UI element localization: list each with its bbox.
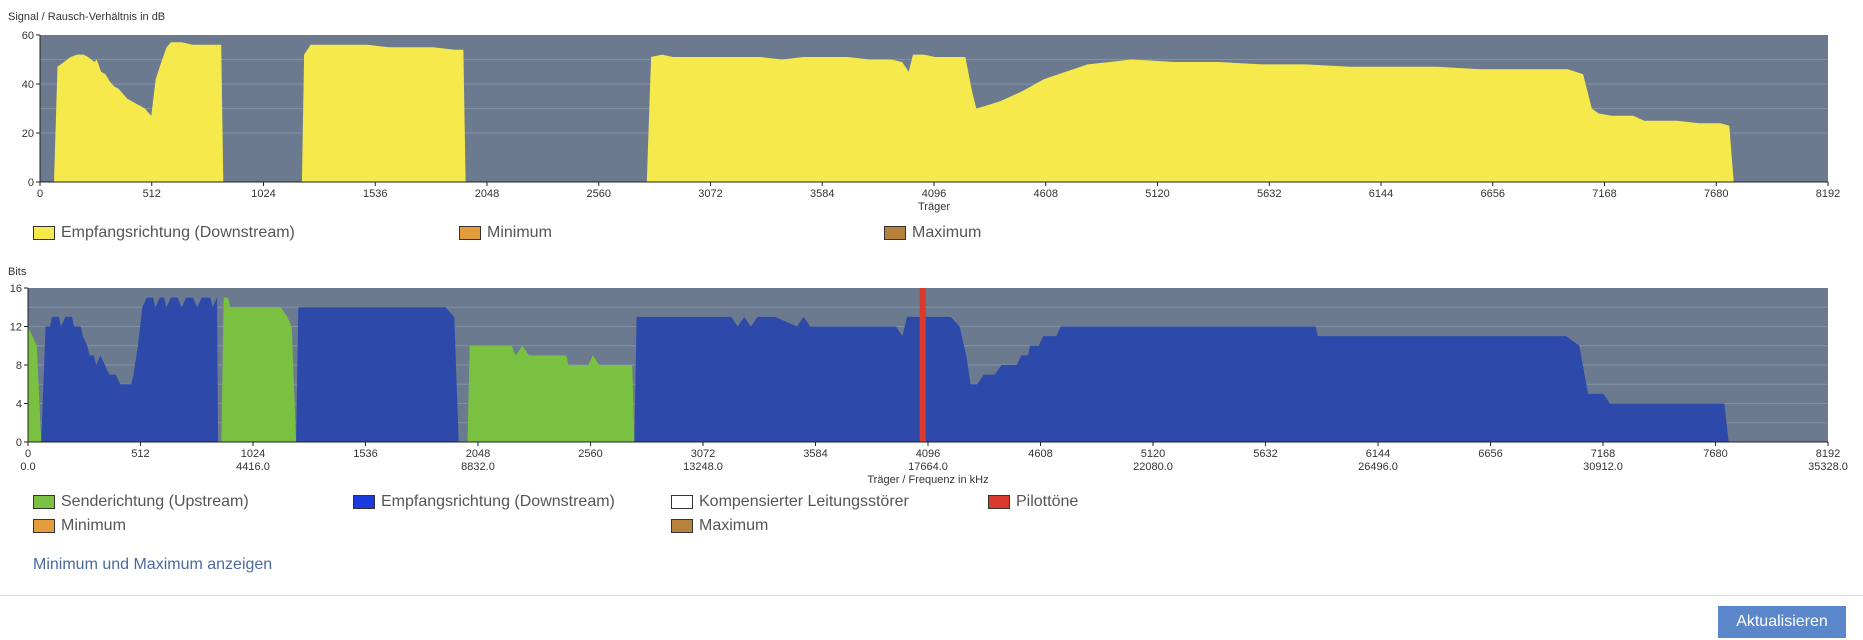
- freq-tick-label: 17664.0: [908, 461, 948, 473]
- freq-tick-label: 0.0: [20, 461, 35, 473]
- x-tick-label: 5632: [1253, 448, 1277, 460]
- legend-swatch: [353, 495, 375, 509]
- refresh-button[interactable]: Aktualisieren: [1718, 606, 1846, 638]
- x-tick-label: 2560: [578, 448, 602, 460]
- legend-bits-pilot[interactable]: Pilottöne: [988, 493, 1078, 511]
- freq-tick-label: 26496.0: [1358, 461, 1398, 473]
- y-tick-label: 12: [10, 322, 22, 334]
- x-tick-label: 7168: [1591, 448, 1615, 460]
- x-tick-label: 4096: [916, 448, 940, 460]
- x-tick-label: 0: [25, 448, 31, 460]
- legend-label: Senderichtung (Upstream): [61, 493, 249, 510]
- legend-label: Minimum: [61, 517, 126, 534]
- x-tick-label: 512: [131, 448, 149, 460]
- legend-swatch: [671, 519, 693, 533]
- legend-label: Empfangsrichtung (Downstream): [381, 493, 615, 510]
- x-tick-label: 8192: [1816, 448, 1840, 460]
- x-tick-label: 7680: [1703, 448, 1727, 460]
- divider: [0, 595, 1863, 596]
- freq-tick-label: 30912.0: [1583, 461, 1623, 473]
- legend-swatch: [33, 495, 55, 509]
- x-tick-label: 4608: [1028, 448, 1052, 460]
- x-tick-label: 3072: [691, 448, 715, 460]
- x-tick-label: 6144: [1366, 448, 1390, 460]
- y-tick-label: 16: [10, 283, 22, 295]
- y-tick-label: 8: [16, 360, 22, 372]
- legend-label: Kompensierter Leitungsstörer: [699, 493, 909, 510]
- legend-label: Pilottöne: [1016, 493, 1079, 510]
- x-tick-label: 6656: [1478, 448, 1502, 460]
- pilot-tone-marker: [919, 288, 926, 442]
- y-tick-label: 4: [16, 399, 22, 411]
- x-tick-label: 5120: [1141, 448, 1165, 460]
- freq-tick-label: 13248.0: [683, 461, 723, 473]
- x-tick-label: 2048: [466, 448, 490, 460]
- legend-swatch: [671, 495, 693, 509]
- legend-bits-maximum[interactable]: Maximum: [671, 517, 768, 535]
- legend-bits-compensated[interactable]: Kompensierter Leitungsstörer: [671, 493, 909, 511]
- legend-swatch: [33, 519, 55, 533]
- show-minmax-link[interactable]: Minimum und Maximum anzeigen: [33, 556, 272, 574]
- freq-tick-label: 35328.0: [1808, 461, 1848, 473]
- freq-tick-label: 22080.0: [1133, 461, 1173, 473]
- legend-bits-minimum[interactable]: Minimum: [33, 517, 126, 535]
- x-axis-label: Träger / Frequenz in kHz: [867, 474, 988, 486]
- y-tick-label: 0: [16, 437, 22, 449]
- legend-swatch: [988, 495, 1010, 509]
- legend-label: Maximum: [699, 517, 769, 534]
- freq-tick-label: 4416.0: [236, 461, 270, 473]
- series-area: [221, 297, 297, 442]
- legend-bits-upstream[interactable]: Senderichtung (Upstream): [33, 493, 249, 511]
- legend-bits-downstream[interactable]: Empfangsrichtung (Downstream): [353, 493, 615, 511]
- bits-chart: 0 512 1024 1536 2048 2560 3072 3584 4096 4608 5120…: [10, 283, 1848, 486]
- x-tick-label: 3584: [803, 448, 827, 460]
- series-area: [296, 307, 459, 442]
- freq-tick-label: 8832.0: [461, 461, 495, 473]
- x-tick-label: 1024: [241, 448, 265, 460]
- x-tick-label: 1536: [353, 448, 377, 460]
